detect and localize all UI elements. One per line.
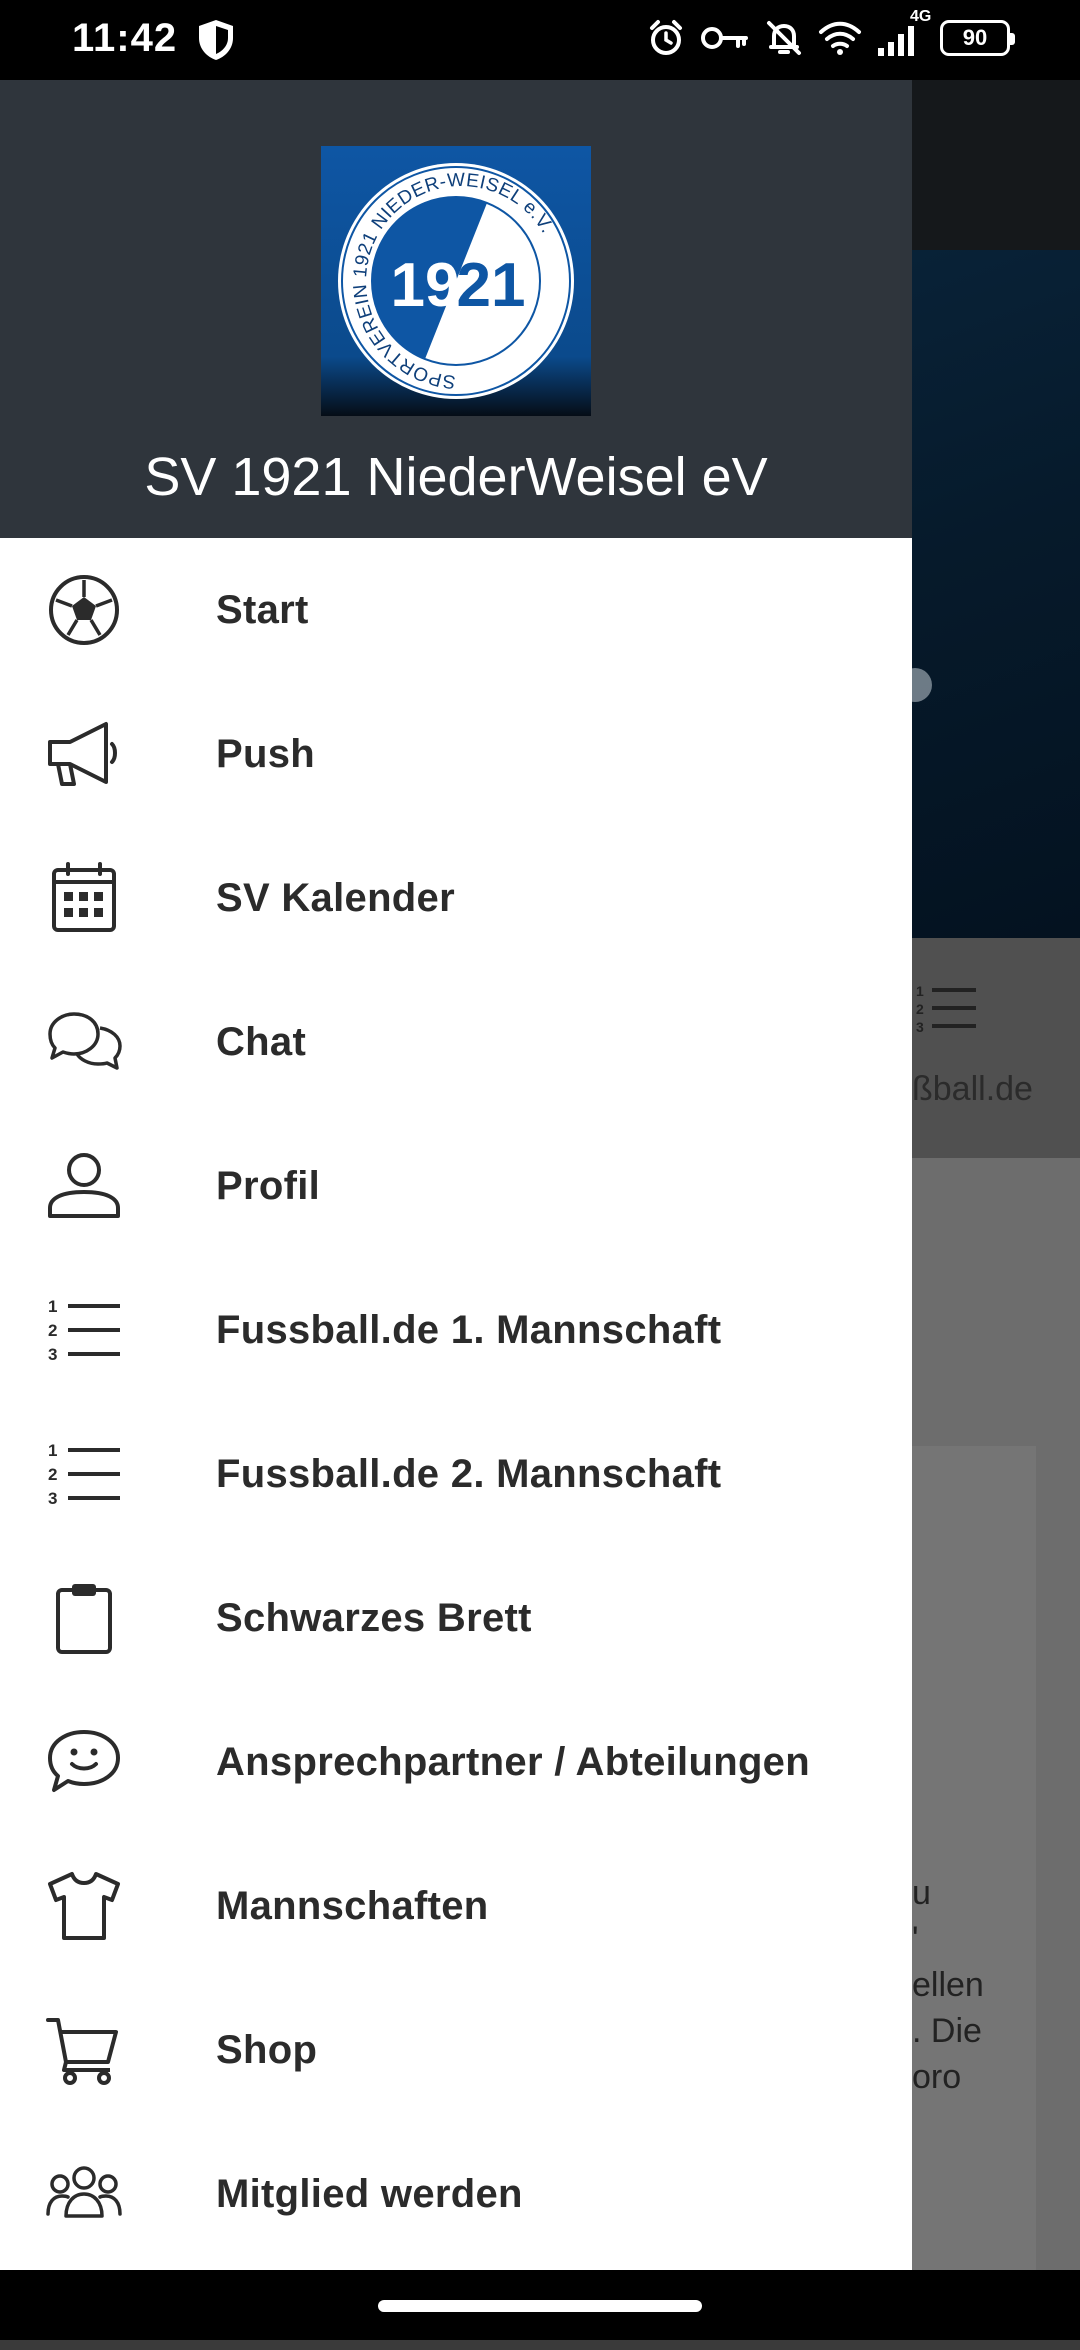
menu-item-kalender[interactable]: SV Kalender	[0, 826, 912, 970]
cell-signal: 4G	[876, 8, 931, 58]
menu-item-profil[interactable]: Profil	[0, 1114, 912, 1258]
svg-text:1: 1	[48, 1297, 57, 1316]
soccer-ball-icon	[49, 575, 119, 645]
menu-item-label: Mannschaften	[216, 1884, 489, 1928]
svg-text:3: 3	[916, 1019, 924, 1035]
background-card-line: ellen	[912, 1966, 984, 2004]
system-nav-bar	[0, 2270, 1080, 2340]
logo-year-left: 19	[391, 251, 460, 320]
notifications-off-icon	[767, 21, 801, 55]
vpn-key-icon	[701, 27, 748, 49]
menu-item-fussball-1[interactable]: 1 2 3 Fussball.de 1. Mannschaft	[0, 1258, 912, 1402]
menu-item-chat[interactable]: Chat	[0, 970, 912, 1114]
background-numbered-list-icon: 1 2 3	[916, 983, 976, 1035]
alarm-icon	[650, 20, 682, 55]
logo-year-right: 21	[457, 251, 526, 320]
club-name: SV 1921 NiederWeisel eV	[144, 447, 768, 507]
background-card-line: u	[912, 1874, 931, 1912]
menu-item-label: SV Kalender	[216, 876, 455, 920]
svg-text:3: 3	[48, 1489, 57, 1508]
home-gesture-handle[interactable]	[378, 2300, 702, 2312]
network-type: 4G	[910, 8, 932, 25]
menu-item-label: Profil	[216, 1164, 321, 1208]
numbered-list-icon: 1 2 3	[48, 1297, 120, 1364]
svg-text:1: 1	[48, 1441, 57, 1460]
menu-item-label: Fussball.de 2. Mannschaft	[216, 1452, 722, 1496]
svg-text:2: 2	[48, 1465, 57, 1484]
menu-item-label: Chat	[216, 1020, 307, 1064]
group-icon	[46, 2166, 122, 2218]
menu-item-start[interactable]: Start	[0, 538, 912, 682]
club-logo[interactable]: SPORTVEREIN 1921 NIEDER-WEISEL e.V. 19 2…	[321, 146, 591, 416]
menu-item-label: Fussball.de 1. Mannschaft	[216, 1308, 722, 1352]
user-icon	[48, 1153, 120, 1218]
wifi-icon	[819, 21, 861, 55]
drawer-header: SPORTVEREIN 1921 NIEDER-WEISEL e.V. 19 2…	[0, 80, 912, 538]
megaphone-icon	[48, 722, 117, 786]
cart-icon	[46, 2018, 118, 2085]
menu-item-label: Shop	[216, 2028, 318, 2072]
menu-item-shop[interactable]: Shop	[0, 1978, 912, 2122]
status-icons: 4G 90	[646, 8, 1015, 58]
menu-item-label: Schwarzes Brett	[216, 1596, 532, 1640]
background-card-line: . Die	[912, 2012, 982, 2050]
background-card-text: u ' ellen . Die oro	[912, 1870, 984, 2100]
numbered-list-icon: 1 2 3	[48, 1441, 120, 1508]
navigation-drawer: SPORTVEREIN 1921 NIEDER-WEISEL e.V. 19 2…	[0, 80, 912, 2270]
svg-text:2: 2	[48, 1321, 57, 1340]
menu-item-mannschaften[interactable]: Mannschaften	[0, 1834, 912, 1978]
menu-item-mitglied-werden[interactable]: Mitglied werden	[0, 2122, 912, 2266]
clipboard-icon	[56, 1584, 112, 1654]
menu-item-push[interactable]: Push	[0, 682, 912, 826]
battery-indicator: 90	[940, 20, 1015, 56]
background-card-line: '	[912, 1920, 919, 1958]
battery-level: 90	[962, 25, 988, 50]
background-card-line: oro	[912, 2058, 962, 2096]
svg-text:3: 3	[48, 1345, 57, 1364]
chat-bubbles-icon	[48, 1012, 122, 1070]
menu-item-label: Start	[216, 588, 309, 632]
menu-item-label: Push	[216, 732, 315, 776]
shirt-icon	[48, 1872, 120, 1940]
status-time: 11:42	[72, 16, 178, 60]
background-tile-label: ßball.de	[912, 1070, 1033, 1108]
status-bar: 11:42 4G 90	[0, 0, 1080, 80]
smiley-chat-icon	[48, 1730, 120, 1792]
menu-item-fussball-2[interactable]: 1 2 3 Fussball.de 2. Mannschaft	[0, 1402, 912, 1546]
menu-item-schwarzes-brett[interactable]: Schwarzes Brett	[0, 1546, 912, 1690]
svg-text:1: 1	[916, 983, 924, 999]
calendar-icon	[52, 862, 116, 932]
menu-item-label: Ansprechpartner / Abteilungen	[216, 1740, 810, 1784]
svg-text:2: 2	[916, 1001, 924, 1017]
menu-item-ansprechpartner[interactable]: Ansprechpartner / Abteilungen	[0, 1690, 912, 1834]
menu-item-label: Mitglied werden	[216, 2172, 523, 2216]
security-shield-icon	[199, 20, 233, 60]
